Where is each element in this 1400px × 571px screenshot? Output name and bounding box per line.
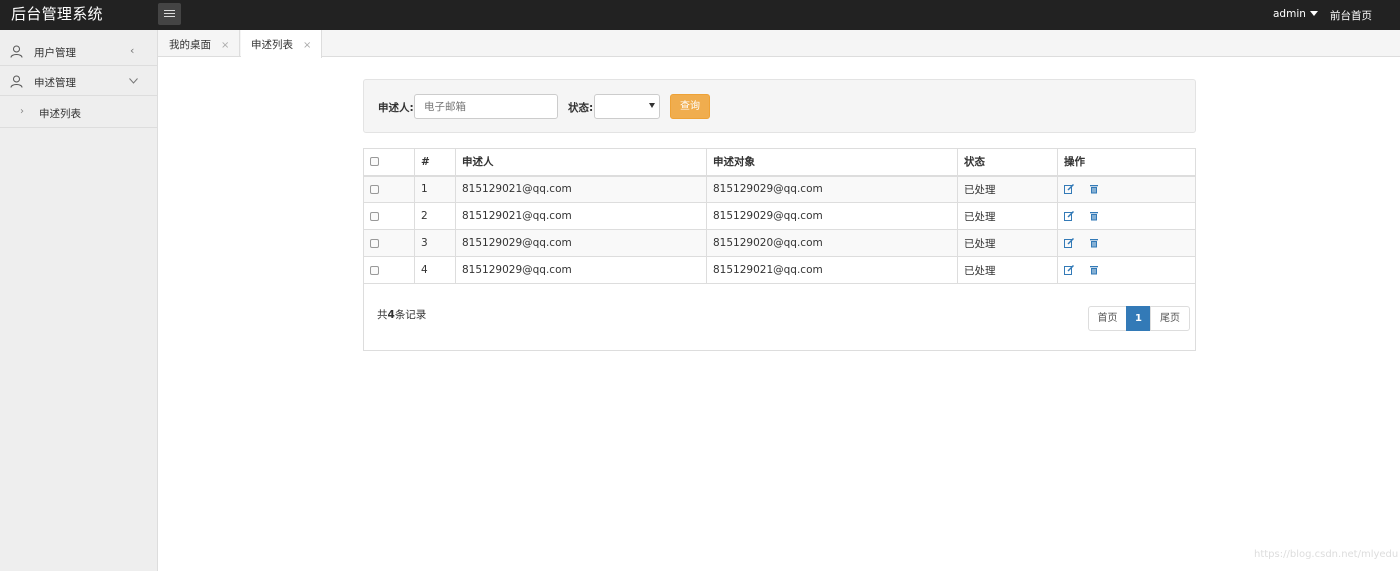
table-row: 1 815129021@qq.com 815129029@qq.com 已处理 xyxy=(363,175,1196,203)
tab-my-desktop[interactable]: 我的桌面 × xyxy=(158,30,240,57)
row-checkbox[interactable] xyxy=(370,184,379,194)
last-page-button[interactable]: 尾页 xyxy=(1150,306,1190,331)
caret-down-icon xyxy=(1309,11,1318,16)
record-count-suffix: 条记录 xyxy=(394,309,427,321)
row-target: 815129029@qq.com xyxy=(706,175,958,203)
row-appellant: 815129021@qq.com xyxy=(455,202,707,230)
record-count-number: 4 xyxy=(387,309,395,321)
user-icon xyxy=(10,75,23,88)
row-actions xyxy=(1057,256,1196,284)
user-name: admin xyxy=(1273,8,1306,20)
column-header-status: 状态 xyxy=(957,148,1058,177)
select-all-checkbox[interactable] xyxy=(370,157,379,167)
table-header-row: # 申述人 申述对象 状态 操作 xyxy=(363,148,1196,177)
tab-label: 申述列表 xyxy=(251,39,293,51)
column-header-actions: 操作 xyxy=(1057,148,1196,177)
row-actions xyxy=(1057,202,1196,230)
row-actions xyxy=(1057,229,1196,257)
edit-icon[interactable] xyxy=(1064,265,1074,275)
row-status: 已处理 xyxy=(957,256,1058,284)
row-checkbox[interactable] xyxy=(370,238,379,248)
frontend-home-link[interactable]: 前台首页 xyxy=(1330,8,1372,23)
column-header-id: # xyxy=(414,148,456,177)
sidebar-subitem-appeal-list[interactable]: › 申述列表 xyxy=(0,98,158,128)
trash-icon[interactable] xyxy=(1089,265,1099,275)
table-row: 3 815129029@qq.com 815129020@qq.com 已处理 xyxy=(363,229,1196,257)
app-title[interactable]: 后台管理系统 xyxy=(11,3,103,24)
table-row: 2 815129021@qq.com 815129029@qq.com 已处理 xyxy=(363,202,1196,230)
sidebar-item-appeal-management[interactable]: 申述管理 xyxy=(0,67,158,96)
dropdown-arrow-icon xyxy=(649,103,655,108)
chevron-right-icon: › xyxy=(20,106,24,117)
edit-icon[interactable] xyxy=(1064,211,1074,221)
tab-label: 我的桌面 xyxy=(169,39,211,51)
trash-icon[interactable] xyxy=(1089,184,1099,194)
row-appellant: 815129029@qq.com xyxy=(455,229,707,257)
search-panel: 申述人: 状态: 查询 xyxy=(363,79,1196,133)
row-target: 815129029@qq.com xyxy=(706,202,958,230)
close-icon[interactable]: × xyxy=(221,40,229,51)
row-appellant: 815129021@qq.com xyxy=(455,175,707,203)
row-target: 815129021@qq.com xyxy=(706,256,958,284)
sidebar-item-label: 用户管理 xyxy=(34,47,76,59)
sidebar-item-user-management[interactable]: 用户管理 ‹ xyxy=(0,37,158,66)
record-count: 共4条记录 xyxy=(377,307,426,322)
top-navbar: 后台管理系统 admin 前台首页 xyxy=(0,0,1400,30)
sidebar-subitem-label: 申述列表 xyxy=(39,108,81,120)
close-icon[interactable]: × xyxy=(303,40,311,51)
query-button[interactable]: 查询 xyxy=(670,94,710,119)
tab-bar: 我的桌面 × 申述列表 × xyxy=(158,30,1400,58)
trash-icon[interactable] xyxy=(1089,211,1099,221)
menu-toggle-button[interactable] xyxy=(158,3,181,25)
row-status: 已处理 xyxy=(957,202,1058,230)
status-select[interactable] xyxy=(594,94,660,119)
chevron-left-icon: ‹ xyxy=(130,44,135,57)
sidebar-item-label: 申述管理 xyxy=(34,77,76,89)
tab-appeal-list[interactable]: 申述列表 × xyxy=(241,30,322,58)
watermark: https://blog.csdn.net/mlyedu xyxy=(1254,549,1399,560)
chevron-down-icon xyxy=(129,78,138,84)
user-menu[interactable]: admin xyxy=(1273,8,1318,20)
row-actions xyxy=(1057,175,1196,203)
row-appellant: 815129029@qq.com xyxy=(455,256,707,284)
user-icon xyxy=(10,45,23,58)
column-header-appellant: 申述人 xyxy=(455,148,707,177)
appellant-label: 申述人: xyxy=(378,102,414,114)
appellant-email-input[interactable] xyxy=(414,94,558,119)
row-target: 815129020@qq.com xyxy=(706,229,958,257)
row-id: 1 xyxy=(414,175,456,203)
column-header-target: 申述对象 xyxy=(706,148,958,177)
row-status: 已处理 xyxy=(957,175,1058,203)
row-id: 2 xyxy=(414,202,456,230)
select-all-header[interactable] xyxy=(363,148,415,177)
row-status: 已处理 xyxy=(957,229,1058,257)
row-checkbox[interactable] xyxy=(370,211,379,221)
current-page-button[interactable]: 1 xyxy=(1126,306,1151,331)
status-label: 状态: xyxy=(568,102,594,114)
table-row: 4 815129029@qq.com 815129021@qq.com 已处理 xyxy=(363,256,1196,284)
appeal-table-panel: # 申述人 申述对象 状态 操作 1 815129021@qq.com 8151… xyxy=(363,148,1196,351)
row-checkbox[interactable] xyxy=(370,265,379,275)
first-page-button[interactable]: 首页 xyxy=(1088,306,1127,331)
row-checkbox-cell[interactable] xyxy=(363,256,415,284)
row-checkbox-cell[interactable] xyxy=(363,229,415,257)
sidebar: 用户管理 ‹ 申述管理 › 申述列表 xyxy=(0,30,158,571)
edit-icon[interactable] xyxy=(1064,184,1074,195)
edit-icon[interactable] xyxy=(1064,238,1074,248)
trash-icon[interactable] xyxy=(1089,238,1099,248)
row-id: 3 xyxy=(414,229,456,257)
row-checkbox-cell[interactable] xyxy=(363,175,415,203)
appeal-table: # 申述人 申述对象 状态 操作 1 815129021@qq.com 8151… xyxy=(363,148,1196,284)
record-count-prefix: 共 xyxy=(377,309,388,321)
row-id: 4 xyxy=(414,256,456,284)
row-checkbox-cell[interactable] xyxy=(363,202,415,230)
